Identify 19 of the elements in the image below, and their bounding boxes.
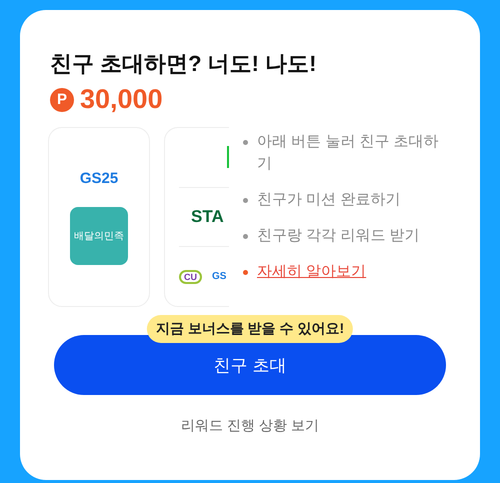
bullet-icon: [243, 234, 248, 239]
bullet-icon: [243, 140, 248, 145]
reward-progress-link[interactable]: 리워드 진행 상황 보기: [181, 417, 319, 435]
title: 친구 초대하면? 너도! 나도!: [50, 50, 318, 78]
brand-logo: GS: [212, 271, 226, 282]
brand-logo: GS25: [80, 170, 118, 186]
reward-amount: 30,000: [80, 84, 163, 115]
point-coin-icon: P: [50, 88, 74, 112]
step-text: 친구가 미션 완료하기: [257, 190, 400, 210]
tooltip: 지금 보너스를 받을 수 있어요!: [146, 315, 354, 343]
step-text: 아래 버튼 눌러 친구 초대하기: [257, 132, 440, 174]
brand-logo: STA: [191, 207, 224, 227]
brand-logo: CU: [179, 270, 202, 284]
step-text: 친구랑 각각 리워드 받기: [257, 226, 420, 246]
brand-logo: 배달의민족: [70, 206, 128, 264]
bullet-icon: [243, 198, 248, 203]
bullet-icon: [243, 270, 248, 275]
invite-button[interactable]: 친구 초대: [54, 335, 446, 395]
learn-more-link[interactable]: 자세히 알아보기: [257, 261, 366, 283]
